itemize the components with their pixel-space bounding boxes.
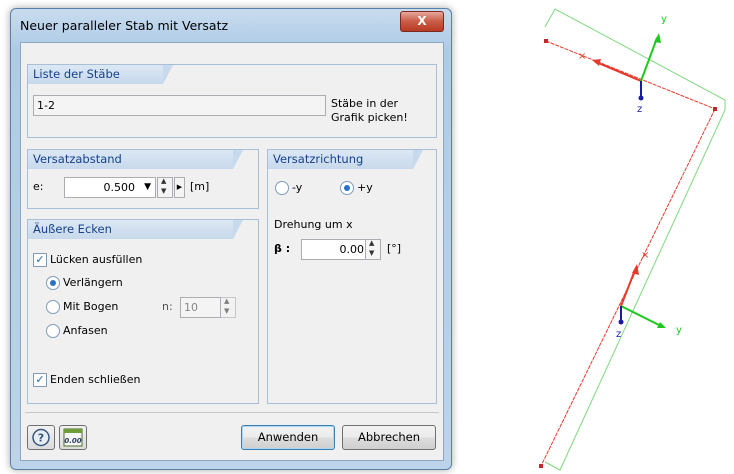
member-1-marker: ×: [578, 51, 586, 62]
offset-direction-header: Versatzrichtung: [268, 150, 423, 169]
help-icon: ?: [32, 428, 50, 447]
member-1-y-label: y: [661, 14, 667, 25]
direction-plus-y-radio[interactable]: [340, 181, 354, 195]
member-2-z-label: z: [616, 329, 621, 340]
offset-e-input[interactable]: 0.500 ▼: [64, 177, 156, 198]
member-list-input[interactable]: 1-2: [33, 95, 326, 116]
help-button[interactable]: ?: [27, 425, 55, 450]
member-2-marker: ×: [641, 250, 649, 261]
fill-gaps-checkbox[interactable]: ✓: [33, 253, 47, 267]
close-button[interactable]: X: [400, 11, 444, 32]
member-1-x-arrow-icon: [592, 59, 601, 66]
corner-chamfer-radio[interactable]: [46, 324, 60, 338]
outer-corners-group: Äußere Ecken ✓ Lücken ausfüllen Verlänge…: [27, 219, 259, 404]
corner-arc-radio[interactable]: [46, 300, 60, 314]
arc-n-spinner[interactable]: [220, 297, 236, 318]
direction-minus-y-radio[interactable]: [275, 181, 289, 195]
dialog-window: Neuer paralleler Stab mit Versatz X List…: [10, 8, 452, 470]
member-1-z-label: z: [637, 104, 642, 115]
member-list-group: Liste der Stäbe 1-2 Stäbe in der Grafik …: [27, 64, 437, 138]
corner-extend-label: Verlängern: [63, 276, 123, 289]
rotation-label: Drehung um x: [274, 218, 353, 231]
corner-extend-radio[interactable]: [46, 276, 60, 290]
member-2-z-dot-icon: [618, 319, 624, 325]
beta-label: β :: [274, 242, 291, 255]
offset-direction-group: Versatzrichtung -y +y Drehung um x β : 0…: [267, 149, 437, 404]
offset-e-spinner[interactable]: [157, 177, 173, 198]
corner-chamfer-label: Anfasen: [63, 324, 108, 337]
offset-distance-header: Versatzabstand: [28, 150, 243, 169]
beta-spinner[interactable]: [365, 239, 381, 260]
apply-button[interactable]: Anwenden: [241, 425, 335, 450]
member-1[interactable]: [545, 40, 716, 110]
offset-pick-arrow-icon[interactable]: ▶: [174, 177, 185, 198]
offset-distance-group: Versatzabstand e: 0.500 ▼ ▶ [m]: [27, 149, 259, 209]
member-1-y-arrow-icon: [654, 33, 661, 43]
fill-gaps-label: Lücken ausfüllen: [50, 253, 143, 266]
close-ends-checkbox[interactable]: ✓: [33, 373, 47, 387]
member-1-x-axis: [595, 61, 642, 82]
outer-corners-header: Äußere Ecken: [28, 220, 243, 239]
corner-arc-label: Mit Bogen: [63, 300, 119, 313]
beta-input[interactable]: 0.00: [301, 239, 368, 260]
member-2-y-label: y: [676, 325, 682, 336]
button-divider: [25, 412, 439, 413]
member-list-header: Liste der Stäbe: [28, 65, 173, 84]
member-1-z-dot-icon: [638, 95, 644, 101]
direction-minus-y-label: -y: [292, 181, 303, 194]
svg-text:?: ?: [38, 432, 44, 445]
dialog-title: Neuer paralleler Stab mit Versatz: [20, 18, 229, 33]
node-1[interactable]: [544, 39, 548, 43]
pick-hint-line2: Grafik picken!: [331, 111, 408, 124]
cancel-button[interactable]: Abbrechen: [342, 425, 436, 450]
member-2-x-axis: [620, 269, 636, 307]
title-bar[interactable]: Neuer paralleler Stab mit Versatz X: [11, 9, 451, 41]
calculator-icon-text: 0.00: [64, 437, 81, 445]
arc-n-input[interactable]: 10: [180, 297, 221, 318]
node-2[interactable]: [713, 107, 717, 111]
offset-e-label: e:: [33, 180, 44, 193]
beta-unit: [°]: [387, 242, 402, 255]
dialog-body: Liste der Stäbe 1-2 Stäbe in der Grafik …: [20, 42, 444, 461]
model-graphic[interactable]: × × y z y z: [460, 0, 734, 474]
calculator-button[interactable]: 0.00: [59, 425, 87, 450]
member-1-y-axis: [640, 37, 658, 82]
node-3[interactable]: [539, 464, 543, 468]
arc-n-label: n:: [162, 300, 173, 313]
calculator-icon: 0.00: [63, 428, 83, 447]
close-ends-label: Enden schließen: [50, 373, 141, 386]
direction-plus-y-label: +y: [357, 181, 373, 194]
chevron-down-icon[interactable]: ▼: [144, 178, 151, 197]
offset-e-unit: [m]: [190, 180, 210, 193]
pick-hint-line1: Stäbe in der: [331, 97, 399, 110]
